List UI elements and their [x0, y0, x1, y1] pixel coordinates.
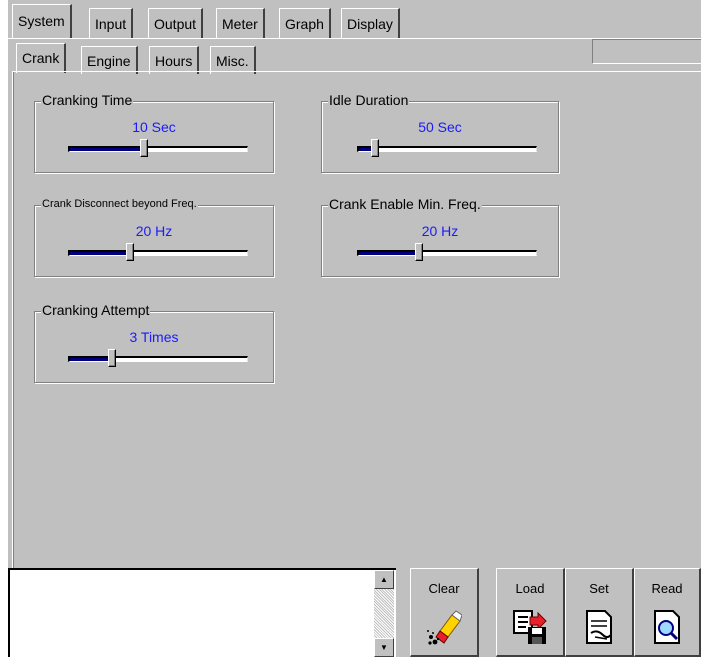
subtab-hours[interactable]: Hours: [149, 46, 200, 74]
tab-system[interactable]: System: [12, 4, 72, 38]
crank-enable-title: Crank Enable Min. Freq.: [328, 196, 482, 212]
cranking-attempt-title: Cranking Attempt: [41, 302, 151, 318]
crank-disconnect-slider[interactable]: [68, 243, 248, 261]
read-button[interactable]: Read: [634, 568, 701, 657]
idle-duration-value: 50 Sec: [418, 119, 462, 135]
set-button[interactable]: Set: [565, 568, 634, 657]
cranking-time-slider[interactable]: [68, 139, 248, 157]
message-scrollbar[interactable]: ▲ ▼: [374, 570, 394, 657]
crank-disconnect-title: Crank Disconnect beyond Freq.: [41, 198, 198, 210]
idle-duration-title: Idle Duration: [328, 92, 410, 108]
set-document-icon: [586, 610, 612, 644]
tab-display[interactable]: Display: [341, 8, 400, 38]
crank-enable-slider[interactable]: [357, 243, 537, 261]
idle-duration-slider[interactable]: [357, 139, 537, 157]
tab-input[interactable]: Input: [89, 8, 134, 38]
tab-meter[interactable]: Meter: [216, 8, 265, 38]
cranking-attempt-slider[interactable]: [68, 349, 248, 367]
crank-enable-value: 20 Hz: [421, 223, 459, 239]
read-magnifier-icon: [654, 610, 680, 644]
crank-enable-slider-thumb[interactable]: [415, 243, 423, 261]
panel-edge-shadow: [13, 72, 14, 568]
cranking-attempt-slider-thumb[interactable]: [108, 349, 116, 367]
clear-button[interactable]: Clear: [410, 568, 479, 657]
load-button-label: Load: [515, 581, 545, 596]
crank-disconnect-slider-thumb[interactable]: [126, 243, 134, 261]
clear-button-label: Clear: [428, 581, 460, 596]
subtab-divider: [12, 71, 701, 72]
cranking-time-slider-fill: [70, 148, 144, 151]
read-button-label: Read: [651, 581, 683, 596]
eraser-icon: [427, 610, 462, 645]
cranking-attempt-slider-fill: [70, 358, 112, 361]
message-box[interactable]: [8, 568, 396, 657]
load-disk-icon: [513, 610, 547, 644]
idle-duration-slider-thumb[interactable]: [371, 139, 379, 157]
subtab-misc[interactable]: Misc.: [210, 46, 256, 74]
idle-duration-group: Idle Duration 50 Sec: [321, 92, 559, 173]
crank-disconnect-slider-fill: [70, 252, 130, 255]
crank-disconnect-value: 20 Hz: [135, 223, 173, 239]
load-button[interactable]: Load: [496, 568, 565, 657]
set-button-label: Set: [589, 581, 609, 596]
tab-graph[interactable]: Graph: [279, 8, 331, 38]
cranking-time-group: Cranking Time 10 Sec: [34, 92, 274, 173]
status-field: [592, 39, 701, 64]
cranking-time-slider-thumb[interactable]: [140, 139, 148, 157]
crank-enable-slider-fill: [359, 252, 419, 255]
cranking-time-value: 10 Sec: [132, 119, 176, 135]
cranking-attempt-group: Cranking Attempt 3 Times: [34, 302, 274, 383]
scroll-up-button[interactable]: ▲: [374, 570, 394, 589]
scroll-down-button[interactable]: ▼: [374, 638, 394, 657]
subtab-engine[interactable]: Engine: [81, 46, 138, 74]
cranking-attempt-value: 3 Times: [129, 329, 179, 345]
cranking-time-title: Cranking Time: [41, 92, 134, 108]
subtab-crank[interactable]: Crank: [16, 43, 67, 73]
tab-output[interactable]: Output: [148, 8, 204, 38]
crank-enable-group: Crank Enable Min. Freq. 20 Hz: [321, 196, 559, 277]
crank-disconnect-group: Crank Disconnect beyond Freq. 20 Hz: [34, 198, 274, 277]
